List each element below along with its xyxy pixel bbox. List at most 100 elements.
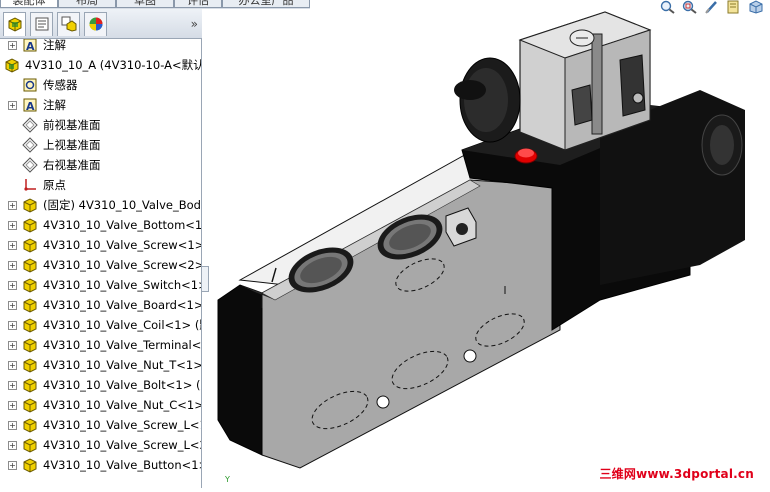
- tree-item[interactable]: +4V310_10_Valve_Nut_C<1>: [0, 395, 201, 415]
- feature-tree-tab-icon: [8, 17, 22, 32]
- tree-item[interactable]: 传感器: [0, 75, 201, 95]
- sensor-icon: [22, 77, 38, 93]
- part-icon: [22, 237, 38, 253]
- valve-model[interactable]: [203, 9, 770, 488]
- configuration-tab[interactable]: [57, 12, 80, 36]
- expand-toggle-icon[interactable]: +: [8, 241, 17, 250]
- part-icon: [22, 297, 38, 313]
- part-icon: [22, 277, 38, 293]
- tab-evaluate[interactable]: 评估: [174, 0, 222, 8]
- tree-item-label: 4V310_10_Valve_Screw<2>: [43, 258, 201, 272]
- tree-item[interactable]: +4V310_10_Valve_Switch<1>: [0, 275, 201, 295]
- part-icon: [22, 337, 38, 353]
- tree-item[interactable]: +4V310_10_Valve_Nut_T<1>: [0, 355, 201, 375]
- tree-item[interactable]: +4V310_10_Valve_Bottom<1: [0, 215, 201, 235]
- part-icon: [22, 217, 38, 233]
- tab-layout[interactable]: 布局: [58, 0, 116, 8]
- part-icon: [22, 377, 38, 393]
- expand-toggle-icon[interactable]: +: [8, 261, 17, 270]
- tab-assembly[interactable]: 装配体: [0, 0, 58, 8]
- plane-icon: [22, 137, 38, 153]
- svg-text:A: A: [26, 40, 35, 53]
- expand-toggle-icon[interactable]: +: [8, 381, 17, 390]
- command-manager-tabs: 装配体 布局 草图 评估 办公室产品: [0, 0, 310, 9]
- feature-tree-tab[interactable]: [3, 12, 26, 36]
- property-manager-tab-icon: [35, 17, 49, 31]
- expand-toggle-icon[interactable]: +: [8, 301, 17, 310]
- tree-item-label: 右视基准面: [43, 158, 101, 172]
- tree-item[interactable]: +4V310_10_Valve_Screw_L<1: [0, 415, 201, 435]
- tree-item[interactable]: 右视基准面: [0, 155, 201, 175]
- annotation-icon: A: [22, 39, 38, 53]
- tree-item[interactable]: +4V310_10_Valve_Bolt<1> (默: [0, 375, 201, 395]
- tree-item-label: 4V310_10_Valve_Nut_C<1>: [43, 398, 201, 412]
- tree-item-label: 4V310_10_Valve_Screw<1>: [43, 238, 201, 252]
- tree-item-label: 4V310_10_Valve_Button<1>: [43, 458, 201, 472]
- tree-item[interactable]: 前视基准面: [0, 115, 201, 135]
- tree-item-label: (固定) 4V310_10_Valve_Bod: [43, 198, 201, 212]
- expand-toggle-icon[interactable]: +: [8, 321, 17, 330]
- tree-item[interactable]: + A 注解: [0, 95, 201, 115]
- tree-item-label: 4V310_10_Valve_Bolt<1> (默: [43, 378, 201, 392]
- tree-item[interactable]: +4V310_10_Valve_Terminal<: [0, 335, 201, 355]
- svg-text:A: A: [26, 100, 35, 113]
- assembly-icon: [4, 57, 20, 73]
- tree-item[interactable]: + (固定) 4V310_10_Valve_Bod: [0, 195, 201, 215]
- tree-item-label: 4V310_10_Valve_Nut_T<1>: [43, 358, 201, 372]
- part-icon: [22, 397, 38, 413]
- part-icon: [22, 257, 38, 273]
- part-icon: [22, 357, 38, 373]
- expand-toggle-icon[interactable]: +: [8, 281, 17, 290]
- tree-item-label: 4V310_10_Valve_Screw_L<2: [43, 438, 201, 452]
- tree-item-label: 4V310_10_Valve_Terminal<: [43, 338, 201, 352]
- display-manager-tab[interactable]: [84, 12, 107, 36]
- tree-item[interactable]: 4V310_10_A (4V310-10-A<默认: [0, 55, 201, 75]
- expand-toggle-icon[interactable]: +: [8, 101, 17, 110]
- tree-item-label: 4V310_10_Valve_Screw_L<1: [43, 418, 201, 432]
- tree-item[interactable]: 上视基准面: [0, 135, 201, 155]
- expand-toggle-icon[interactable]: +: [8, 41, 17, 50]
- expand-toggle-icon[interactable]: +: [8, 441, 17, 450]
- tree-item-label: 注解: [43, 39, 66, 52]
- tree-item-label: 4V310_10_A (4V310-10-A<默认: [25, 58, 201, 72]
- tree-item[interactable]: + A 注解: [0, 39, 201, 55]
- tree-item-label: 原点: [43, 178, 66, 192]
- property-manager-tab[interactable]: [30, 12, 53, 36]
- plane-icon: [22, 117, 38, 133]
- tree-item-label: 上视基准面: [43, 138, 101, 152]
- expand-toggle-icon[interactable]: +: [8, 341, 17, 350]
- tree-item[interactable]: +4V310_10_Valve_Screw_L<2: [0, 435, 201, 455]
- feature-tree: + A 注解 4V310_10_A (4V310-10-A<默认传感器 + A 注解前视基准…: [0, 39, 201, 488]
- tree-item-label: 前视基准面: [43, 118, 101, 132]
- tree-item[interactable]: +4V310_10_Valve_Button<1>: [0, 455, 201, 475]
- tree-item-label: 传感器: [43, 78, 78, 92]
- expand-toggle-icon[interactable]: +: [8, 401, 17, 410]
- tab-office-products[interactable]: 办公室产品: [222, 0, 310, 8]
- plane-icon: [22, 157, 38, 173]
- tab-sketch[interactable]: 草图: [116, 0, 174, 8]
- display-manager-tab-icon: [89, 17, 103, 31]
- panel-expand-icon[interactable]: »: [191, 17, 198, 31]
- expand-toggle-icon[interactable]: +: [8, 461, 17, 470]
- configuration-tab-icon: [61, 16, 77, 32]
- expand-toggle-icon[interactable]: +: [8, 361, 17, 370]
- tree-item[interactable]: +4V310_10_Valve_Board<1>: [0, 295, 201, 315]
- tree-item-label: 4V310_10_Valve_Switch<1>: [43, 278, 201, 292]
- annotation-icon: A: [22, 97, 38, 113]
- tree-item-label: 4V310_10_Valve_Board<1>: [43, 298, 201, 312]
- tree-item[interactable]: +4V310_10_Valve_Coil<1> (默: [0, 315, 201, 335]
- tree-item-label: 注解: [43, 98, 66, 112]
- part-icon: [22, 437, 38, 453]
- axis-y-label: Y: [225, 475, 230, 484]
- expand-toggle-icon[interactable]: +: [8, 221, 17, 230]
- tree-item[interactable]: 原点: [0, 175, 201, 195]
- graphics-area[interactable]: [203, 9, 770, 488]
- expand-toggle-icon[interactable]: +: [8, 201, 17, 210]
- origin-icon: [22, 177, 38, 193]
- part-icon: [22, 197, 38, 213]
- tree-item-label: 4V310_10_Valve_Coil<1> (默: [43, 318, 201, 332]
- tree-item[interactable]: +4V310_10_Valve_Screw<2>: [0, 255, 201, 275]
- expand-toggle-icon[interactable]: +: [8, 421, 17, 430]
- tree-item[interactable]: +4V310_10_Valve_Screw<1>: [0, 235, 201, 255]
- part-icon: [22, 457, 38, 473]
